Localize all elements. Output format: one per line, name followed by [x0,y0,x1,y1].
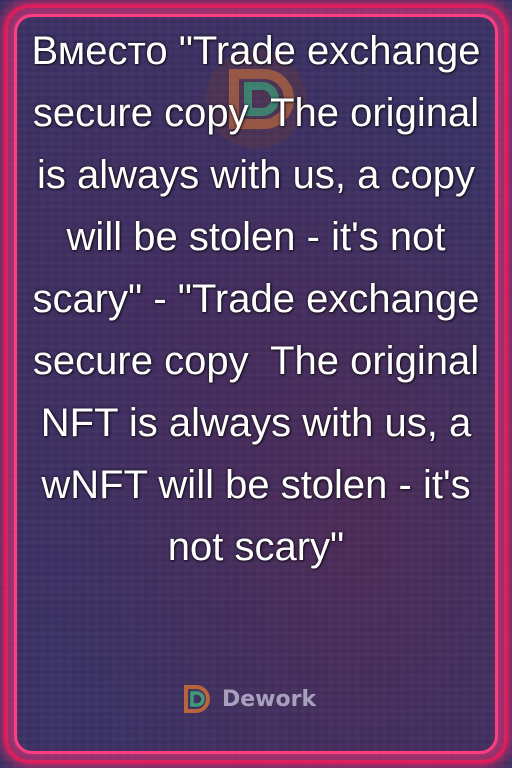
meme-card: Вместо "Trade exchange secure copy The o… [0,0,512,768]
meme-text: Вместо "Trade exchange secure copy The o… [31,29,492,569]
dework-watermark: Dework [180,682,316,716]
dework-logo-icon [184,685,210,713]
dework-wordmark: Dework [222,686,317,712]
